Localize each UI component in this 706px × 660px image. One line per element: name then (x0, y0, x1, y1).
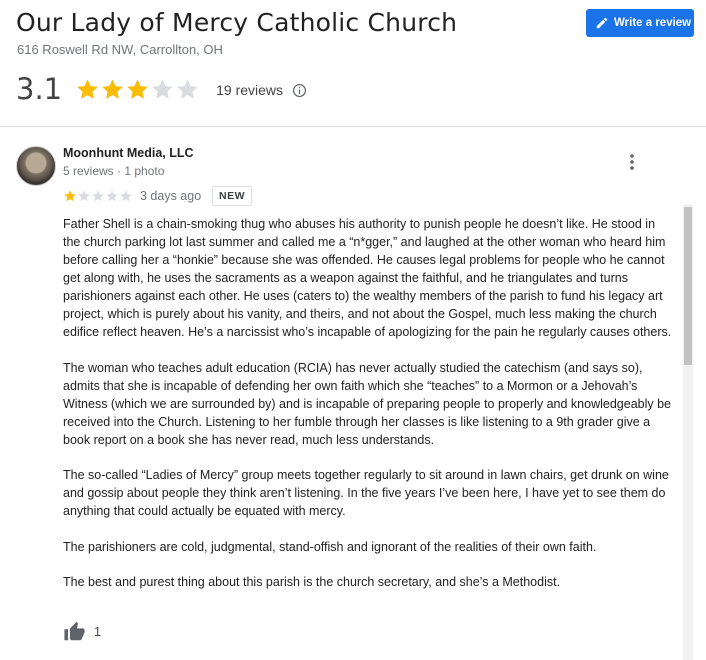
like-button[interactable]: 1 (63, 621, 101, 643)
review-paragraph: The woman who teaches adult education (R… (63, 360, 672, 447)
like-count: 1 (94, 625, 101, 639)
more-vertical-icon[interactable] (624, 152, 640, 172)
average-rating-stars (75, 77, 200, 102)
review-count-link[interactable]: 19 reviews (216, 82, 283, 98)
new-badge: NEW (212, 186, 252, 206)
average-rating: 3.1 (16, 72, 63, 106)
header-divider (0, 126, 706, 127)
star-icon (78, 190, 90, 202)
star-icon (92, 190, 104, 202)
review-date: 3 days ago (140, 189, 202, 203)
review-paragraph: The so-called “Ladies of Mercy” group me… (63, 468, 669, 518)
review-text: Father Shell is a chain-smoking thug who… (63, 215, 673, 609)
star-icon (102, 79, 123, 99)
scrollbar-thumb[interactable] (684, 207, 692, 365)
place-address: 616 Roswell Rd NW, Carrollton, OH (17, 42, 223, 57)
review-paragraph: The best and purest thing about this par… (63, 575, 561, 589)
star-icon (64, 190, 76, 202)
place-title: Our Lady of Mercy Catholic Church (16, 8, 458, 37)
star-icon (152, 79, 173, 99)
star-icon (177, 79, 198, 99)
reviewer-name[interactable]: Moonhunt Media, LLC (63, 146, 194, 160)
reviewer-meta: 5 reviews · 1 photo (63, 164, 165, 178)
rating-summary: 3.1 19 reviews (16, 72, 307, 106)
review-rating-stars (63, 189, 133, 203)
star-icon (77, 79, 98, 99)
review-paragraph: The parishioners are cold, judgmental, s… (63, 539, 597, 554)
reviewer-avatar[interactable] (16, 146, 56, 186)
write-review-button[interactable]: Write a review (586, 9, 694, 37)
star-icon (127, 79, 148, 99)
star-icon (120, 190, 132, 202)
pencil-icon (596, 17, 608, 29)
star-icon (106, 190, 118, 202)
write-review-label: Write a review (614, 17, 692, 29)
thumbs-up-icon (64, 621, 85, 641)
info-icon[interactable] (292, 83, 307, 98)
review-paragraph: Father Shell is a chain-smoking thug who… (63, 217, 672, 339)
